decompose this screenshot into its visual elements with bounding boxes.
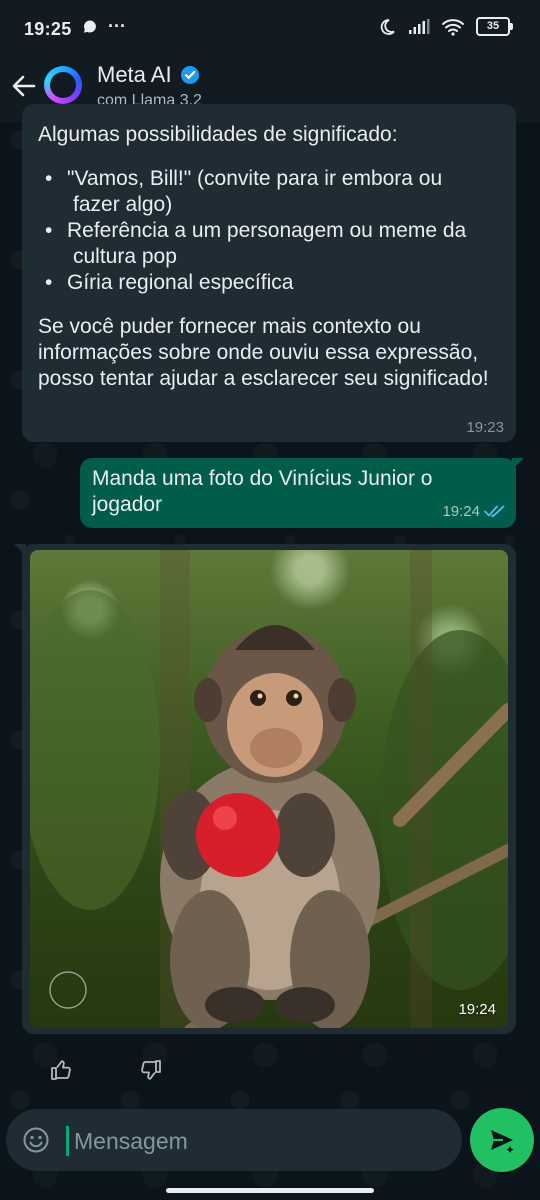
battery-indicator: 35 (476, 17, 513, 36)
read-receipt-icon (484, 505, 505, 518)
outgoing-message[interactable]: Manda uma foto do Vinícius Junior o joga… (80, 458, 524, 528)
message-text: Manda uma foto do Vinícius Junior o joga… (92, 467, 433, 516)
contact-name[interactable]: Meta AI (97, 62, 200, 88)
incoming-image-message[interactable]: 19:24 (14, 544, 516, 1034)
send-icon (491, 1130, 514, 1153)
message-timestamp: 19:24 (442, 503, 480, 520)
monkey-illustration (30, 550, 508, 1028)
wifi-icon (442, 18, 464, 36)
send-button[interactable] (470, 1108, 534, 1172)
emoji-icon[interactable] (22, 1126, 50, 1154)
verified-badge-icon (180, 66, 199, 84)
text-cursor (66, 1126, 69, 1156)
image-timestamp: 19:24 (458, 1001, 496, 1018)
contact-name-label: Meta AI (97, 62, 172, 87)
moon-icon (380, 18, 395, 35)
chat-bubble-icon (83, 19, 96, 33)
list-item: Gíria regional específica (46, 270, 508, 296)
bullet-list: "Vamos, Bill!" (convite para ir embora o… (38, 166, 508, 296)
message-closing: Se você puder fornecer mais contexto ou … (38, 315, 489, 390)
thumbs-up-icon[interactable] (50, 1058, 74, 1082)
list-item: Referência a um personagem ou meme dacul… (46, 218, 508, 270)
list-item: "Vamos, Bill!" (convite para ir embora o… (46, 166, 508, 218)
status-bar: 19:25 ··· 35 (0, 0, 540, 56)
status-time: 19:25 (24, 19, 72, 39)
message-intro: Algumas possibilidades de significado: (38, 123, 398, 146)
generated-image[interactable]: 19:24 (30, 550, 508, 1028)
meta-ai-avatar[interactable] (44, 66, 82, 104)
arrow-left-icon[interactable] (10, 72, 38, 100)
incoming-message[interactable]: Algumas possibilidades de significado: "… (22, 104, 516, 442)
message-composer (6, 1109, 462, 1171)
signal-icon (409, 18, 430, 34)
home-indicator[interactable] (166, 1188, 374, 1193)
message-input[interactable] (72, 1121, 436, 1161)
message-timestamp: 19:23 (466, 419, 504, 436)
feedback-row (50, 1058, 162, 1082)
status-more-indicator: ··· (108, 16, 126, 36)
thumbs-down-icon[interactable] (138, 1058, 162, 1082)
